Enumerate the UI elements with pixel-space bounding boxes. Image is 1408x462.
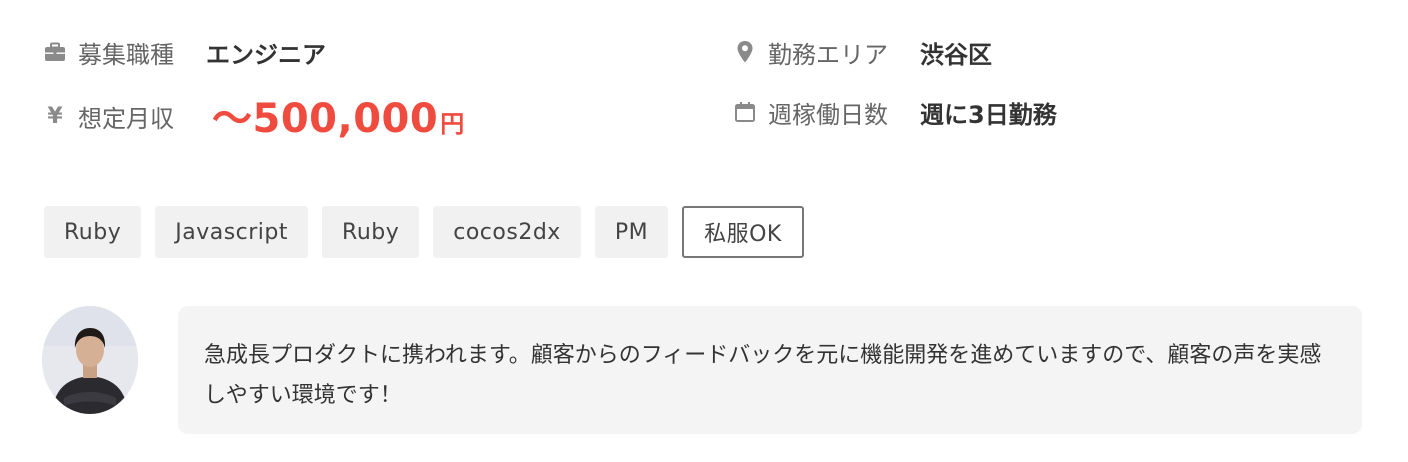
briefcase-icon (44, 41, 66, 63)
workdays-value: 週に3日勤務 (920, 100, 1057, 129)
map-pin-icon (734, 41, 756, 63)
tag-casual-dress: 私服OK (682, 206, 804, 258)
occupation-label: 募集職種 (78, 40, 174, 69)
person-avatar (42, 306, 138, 414)
yen-icon: ¥ (47, 103, 63, 129)
occupation-value: エンジニア (206, 40, 326, 69)
tag-ruby: Ruby (44, 206, 142, 258)
occupation-row: 募集職種 エンジニア (44, 32, 326, 72)
salary-amount: 〜500,000 (212, 96, 439, 142)
tag-javascript: Javascript (155, 206, 309, 258)
message-bubble: 急成長プロダクトに携われます。顧客からのフィードバックを元に機能開発を進めていま… (178, 306, 1362, 434)
salary-label: 想定月収 (78, 104, 174, 133)
tag-pm: PM (594, 206, 669, 258)
area-row: 勤務エリア 渋谷区 (734, 32, 992, 72)
tag-cocos2dx: cocos2dx (433, 206, 581, 258)
workdays-label: 週稼働日数 (768, 100, 888, 129)
workdays-row: 週稼働日数 週に3日勤務 (734, 92, 1057, 132)
salary-value: 〜500,000 円 (212, 86, 464, 144)
salary-unit: 円 (440, 110, 465, 138)
area-value: 渋谷区 (920, 40, 992, 69)
calendar-icon (734, 101, 756, 123)
salary-row: ¥ 想定月収 (44, 96, 174, 136)
area-label: 勤務エリア (768, 40, 888, 69)
message-text: 急成長プロダクトに携われます。顧客からのフィードバックを元に機能開発を進めていま… (204, 343, 1322, 408)
skill-tags: Ruby Javascript Ruby cocos2dx PM 私服OK (44, 206, 804, 258)
tag-ruby-2: Ruby (322, 206, 420, 258)
